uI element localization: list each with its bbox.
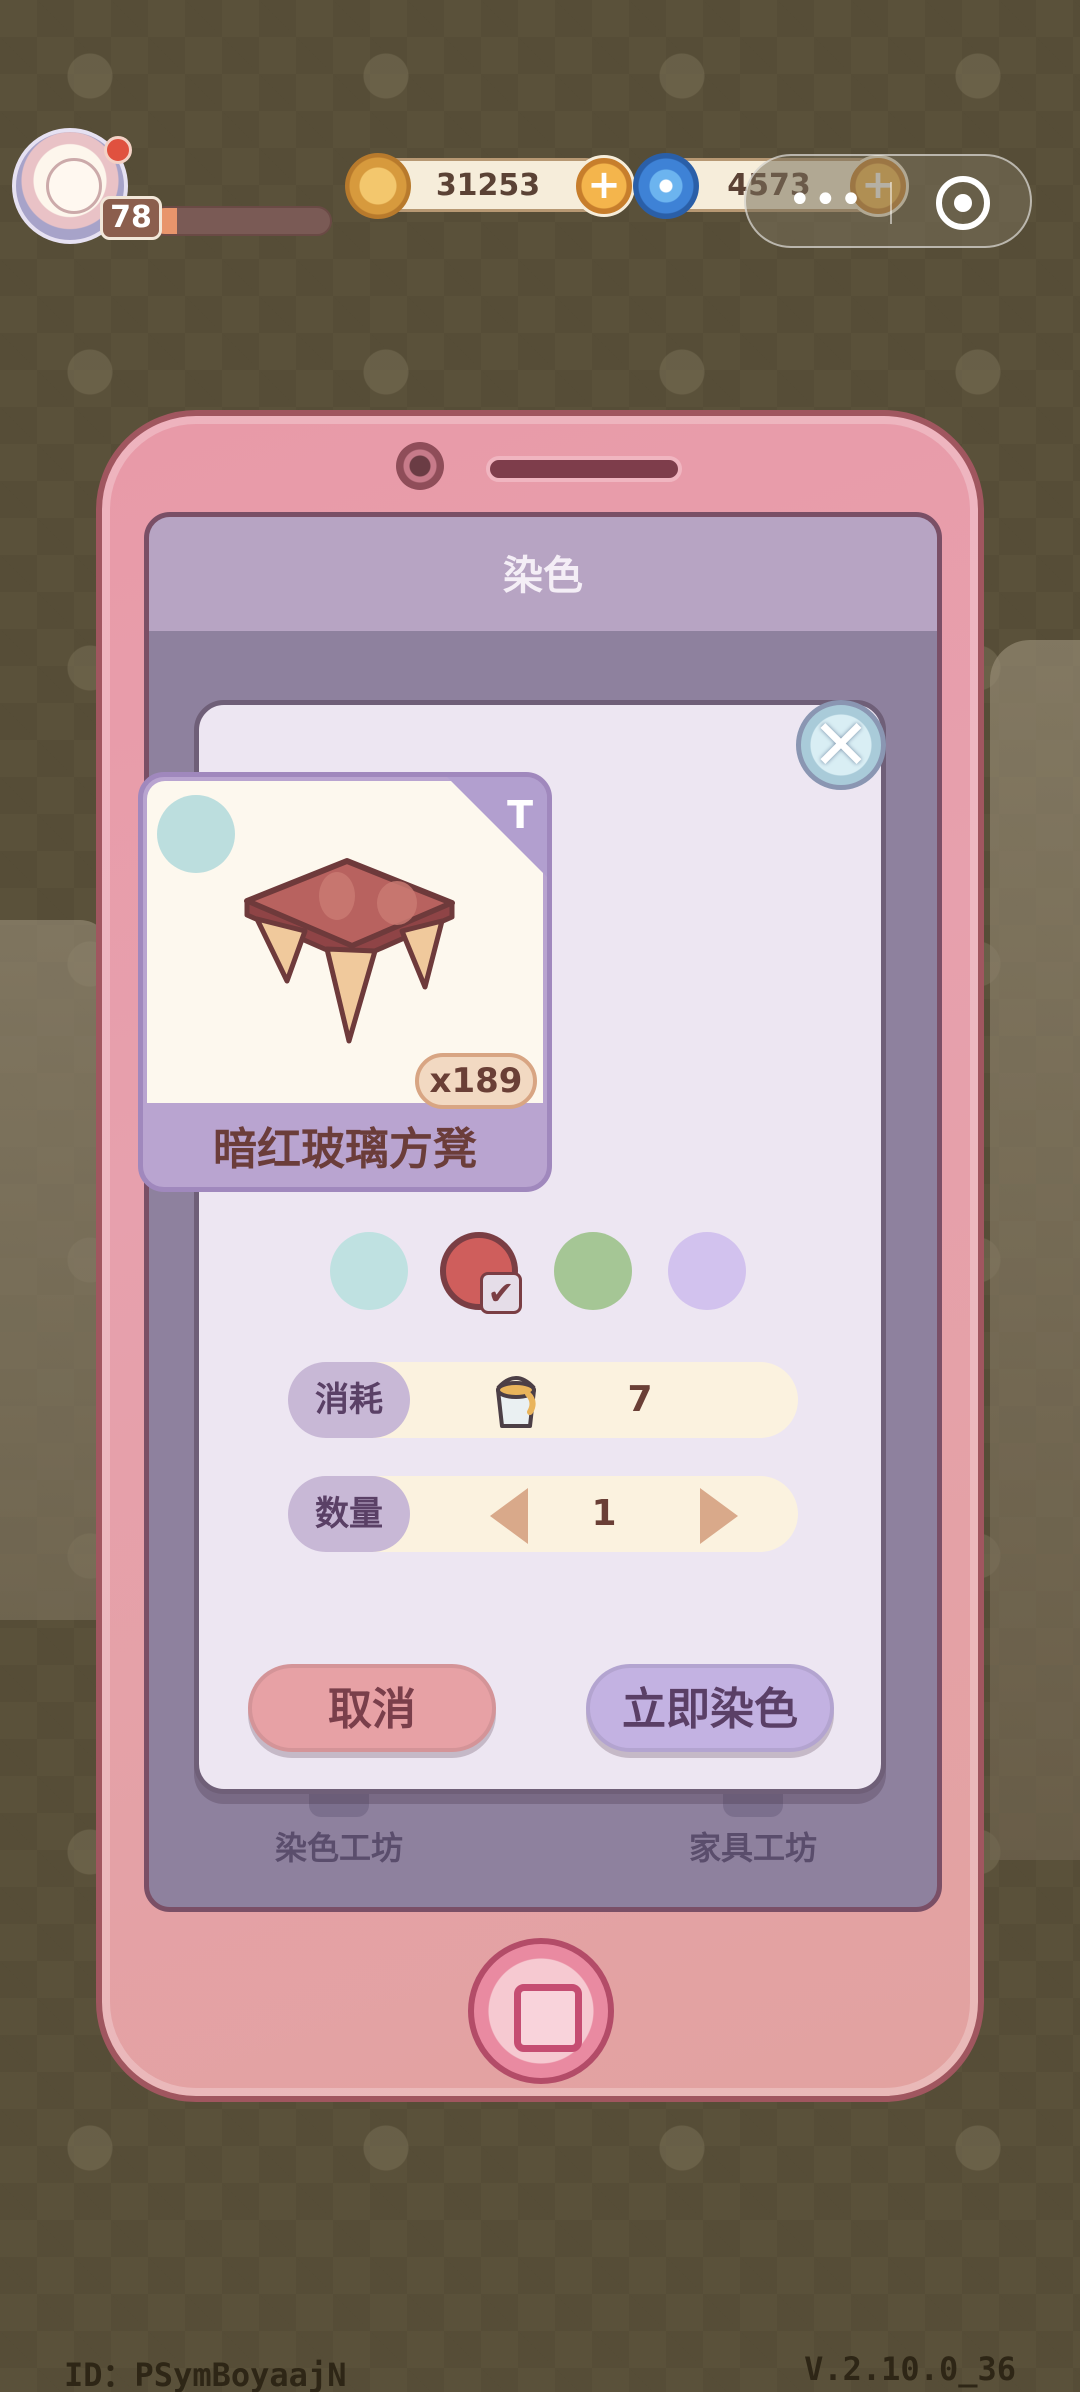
color-swatch-green[interactable] xyxy=(554,1232,632,1310)
paint-roller-icon: T xyxy=(507,793,533,837)
increase-arrow-icon[interactable] xyxy=(700,1488,738,1544)
screen-header: 染色 xyxy=(149,517,937,631)
quantity-row: 数量 1 xyxy=(288,1476,798,1552)
tab-furniture-workshop-label: 家具工坊 xyxy=(688,1829,817,1867)
checkmark-icon: ✔ xyxy=(480,1272,522,1314)
paint-bucket-icon xyxy=(496,1376,536,1428)
coin-icon xyxy=(345,153,411,219)
close-button[interactable]: ✕ xyxy=(796,700,886,790)
capsule-divider xyxy=(890,182,892,224)
color-swatch-teal[interactable] xyxy=(330,1232,408,1310)
item-quantity: x189 xyxy=(415,1053,537,1109)
more-menu-button[interactable]: ••• xyxy=(788,180,865,220)
close-icon: ✕ xyxy=(811,704,871,786)
coin-counter: 31253 + xyxy=(345,153,635,219)
swirl-gem-icon xyxy=(633,153,699,219)
screen-title: 染色 xyxy=(503,553,583,599)
duck-face-icon xyxy=(46,158,102,214)
stool-icon xyxy=(244,858,455,1044)
xp-bar xyxy=(150,206,332,236)
item-card: x189 T 暗红玻璃方凳 xyxy=(138,772,552,1192)
home-button[interactable] xyxy=(468,1938,614,2084)
camera-icon xyxy=(396,442,444,490)
decrease-arrow-icon[interactable] xyxy=(490,1488,528,1544)
target-icon[interactable] xyxy=(936,176,990,230)
version-text: V.2.10.0_36 xyxy=(804,2350,1016,2388)
current-color-dot xyxy=(157,795,235,873)
quantity-value: 1 xyxy=(591,1493,617,1534)
cancel-button[interactable]: 取消 xyxy=(248,1664,496,1752)
coin-value: 31253 xyxy=(435,168,541,203)
cost-value: 7 xyxy=(627,1379,653,1420)
level-badge: 78 xyxy=(100,196,162,240)
color-swatch-lavender[interactable] xyxy=(668,1232,746,1310)
phone-speaker xyxy=(486,456,682,482)
color-swatch-red[interactable]: ✔ xyxy=(440,1232,522,1314)
mini-program-capsule: ••• xyxy=(744,154,1032,248)
item-name: 暗红玻璃方凳 xyxy=(213,1124,477,1175)
add-coins-button[interactable]: + xyxy=(573,155,635,217)
dye-now-button[interactable]: 立即染色 xyxy=(586,1664,834,1752)
player-id: ID：PSymBoyaajN xyxy=(64,2356,347,2392)
notification-dot xyxy=(104,136,132,164)
cost-label: 消耗 xyxy=(288,1362,410,1438)
quantity-label: 数量 xyxy=(288,1476,410,1552)
cost-row: 消耗 7 xyxy=(288,1362,798,1438)
tab-dye-workshop-label: 染色工坊 xyxy=(274,1829,403,1867)
